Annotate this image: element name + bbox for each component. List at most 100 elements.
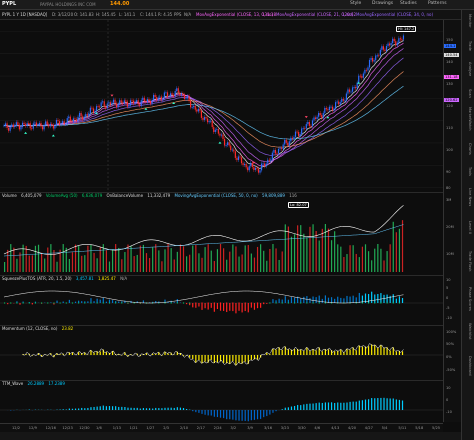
price-axis[interactable]: 150 140 130 120 110 100 90 80 144.1 140.… [443,20,461,422]
ttm-wave-bar [361,400,364,410]
squeeze-histogram-bar [401,298,404,303]
sidebar-tab-charts[interactable]: Charts [465,143,472,155]
volume-bar [152,247,154,272]
sidebar-tab-phase-scores[interactable]: Phase Scores [465,287,472,311]
sidebar-tab-live-news[interactable]: Live News [465,188,472,206]
volume-title: Volume [2,193,17,198]
xtick-label: 3/9 [247,426,253,430]
momentum-panel[interactable]: Momentum (12, CLOSE, no) 23.82 [0,325,443,381]
candle-body [143,97,145,102]
volume-bar [53,250,55,272]
ttm-wave-bar [90,407,92,410]
sidebar-tab-monitor[interactable]: Monitor [465,14,472,28]
symbol-field[interactable]: PYPL [2,1,16,7]
sidebar-tab-trade-flash[interactable]: Trade Flash [465,251,472,271]
xtick-label: 1/13 [112,426,121,430]
patterns-button[interactable]: Patterns [428,1,447,6]
down-signal-arrow [304,116,308,119]
ttm-wave-bar [300,405,302,410]
sidebar-tab-trade[interactable]: Trade [465,41,472,51]
squeeze-panel[interactable]: SqueezePlusTOS (ATR, 20, 1.5, 20) 3,457.… [0,275,443,326]
candle-body [234,151,236,158]
squeeze-histogram-bar [352,295,354,303]
xtick-label: 12/30 [79,426,90,430]
candle-body [45,121,47,125]
ttm-wave-bar [111,406,114,410]
squeeze-dot [90,302,92,304]
volume-bar [170,248,172,272]
sidebar-tab-level-ii[interactable]: Level II [465,221,472,234]
squeeze-dot [47,302,49,304]
squeeze-histogram-bar [334,298,336,303]
ttm-wave-bar [68,408,70,410]
sidebar-tab-tools[interactable]: Tools [465,167,472,176]
price-panel[interactable]: Hi: 147.2 Lo: 82.07 [0,20,443,208]
volume-panel[interactable]: Volume 6,405,079 VolumeAvg (50) 6,636,07… [0,192,443,276]
low-value: L: 141.1 [119,12,136,17]
ttm-wave-bar [383,397,385,410]
squeeze-histogram-bar [380,293,382,303]
squeeze-histogram-bar [377,293,379,303]
volume-bar [263,250,265,272]
sidebar-tab-scan[interactable]: Scan [465,89,472,98]
candle-body [361,76,363,78]
squeeze-histogram-bar [371,291,373,303]
candle-body [396,42,398,46]
squeeze-histogram-bar [235,303,237,314]
xtick-label: 3/30 [297,426,306,430]
squeeze-histogram-bar [232,303,234,312]
ttm-wave-bar [145,408,148,410]
candle-body [11,124,13,127]
momentum-bar [334,351,336,355]
candle-body [43,124,45,130]
ttm-wave-bar [309,403,311,410]
ttm-wave-bar [340,402,342,410]
candle-body [368,59,371,68]
candle-body [20,127,22,130]
style-button[interactable]: Style [350,1,361,6]
ttm-wave-bar [102,405,104,410]
squeeze-histogram-bar [355,297,357,303]
sidebar-tab-marketwatch[interactable]: MarketWatch [465,107,472,131]
candle-body [288,141,290,146]
candle-body [324,107,326,113]
squeeze-dot [318,302,320,304]
ttm-wave-panel[interactable]: TTM_Wave 26.2889 17.2389 [0,380,443,424]
momentum-bar [256,355,259,360]
squeeze-histogram-bar [74,301,77,303]
ttm-wave-bar [374,398,376,410]
momentum-title: Momentum (12, CLOSE, no) [2,326,58,331]
price-tag-4: 120.62 [444,98,459,102]
sidebar-tab-analyze[interactable]: Analyze [465,62,472,76]
ttm-wave-bar [167,407,169,410]
candle-body [126,101,128,107]
candle-body [200,110,203,118]
ttm-wave-bar [158,408,160,410]
ttm-wave-bar [210,410,212,416]
candle-body [173,95,175,96]
candle-body [274,149,277,154]
drawings-button[interactable]: Drawings [372,1,393,6]
sidebar-tab-watchlist[interactable]: Watchlist [465,323,472,339]
candle-body [216,129,218,130]
candle-body [142,97,144,101]
volume-bar [383,260,385,272]
squeeze-dot [324,302,326,304]
candle-body [372,57,374,62]
candle-body [210,120,212,122]
ttm-wave-bar [182,408,185,410]
studies-button[interactable]: Studies [400,1,417,6]
candle-body [276,153,278,155]
candle-body [402,35,405,40]
sidebar-tab-dashboard[interactable]: Dashboard [465,356,472,376]
ttm-tick-2: 0 [446,398,449,402]
candle-body [268,159,270,161]
momentum-bar [371,344,373,355]
candle-body [140,100,142,106]
momentum-bar [93,352,95,355]
ttm-wave-bar [164,407,166,410]
squeeze-histogram-bar [346,295,348,303]
candle-body [157,97,159,100]
squeeze-histogram-bar [90,298,92,303]
candle-body [271,152,273,160]
